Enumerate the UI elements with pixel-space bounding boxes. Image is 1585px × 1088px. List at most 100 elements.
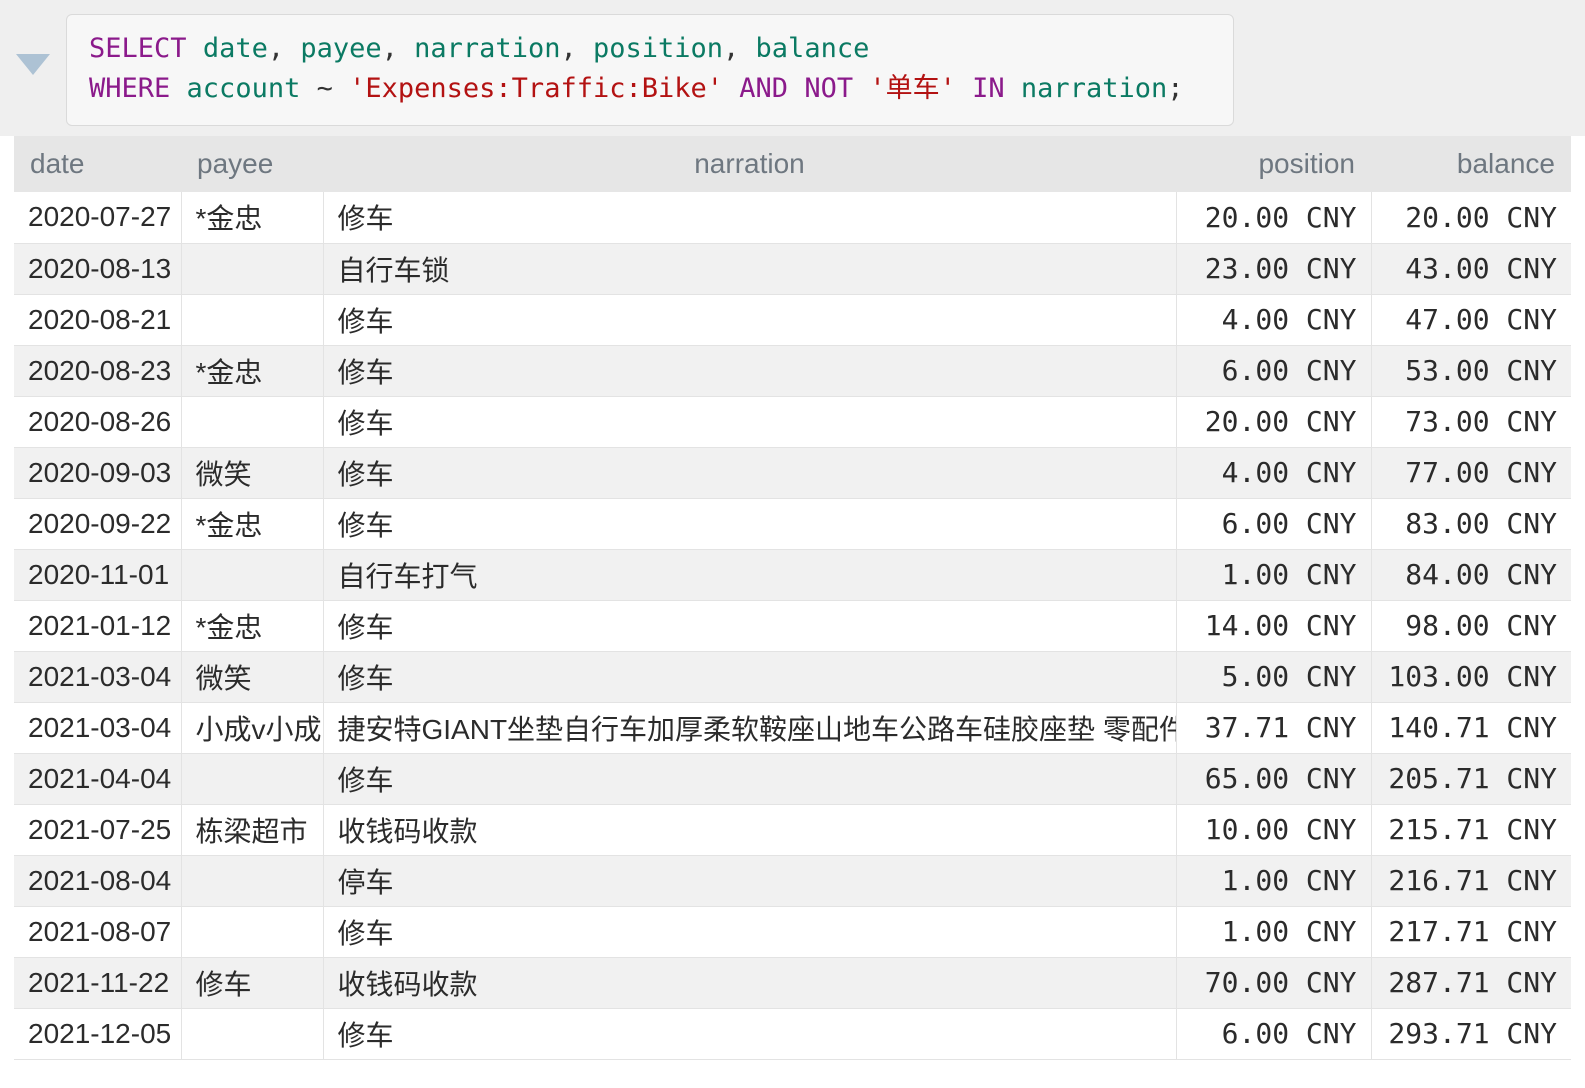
- table-row[interactable]: 2021-03-04 小成v小成 捷安特GIANT坐垫自行车加厚柔软鞍座山地车公路车…: [14, 702, 1571, 754]
- cell-narration: 修车: [323, 396, 1177, 448]
- sql-token-kw: AND: [739, 73, 789, 104]
- cell-position: 20.00 CNY: [1176, 396, 1372, 448]
- results-table: date payee narration position balance 20…: [14, 136, 1571, 1060]
- sql-token-id: date: [202, 33, 268, 64]
- cell-date: 2021-07-25: [14, 804, 182, 856]
- cell-position: 70.00 CNY: [1176, 957, 1372, 1009]
- cell-narration: 停车: [323, 855, 1177, 907]
- cell-payee: [181, 906, 324, 958]
- cell-payee: *金忠: [181, 498, 324, 550]
- sql-token-str: '单车': [869, 73, 956, 104]
- cell-narration: 收钱码收款: [323, 957, 1177, 1009]
- table-row[interactable]: 2020-08-21 修车 4.00 CNY 47.00 CNY: [14, 294, 1571, 346]
- sql-token-kw: WHERE: [89, 73, 171, 104]
- collapse-query-toggle[interactable]: [0, 6, 66, 122]
- cell-position: 6.00 CNY: [1176, 498, 1372, 550]
- cell-balance: 98.00 CNY: [1371, 600, 1571, 652]
- cell-narration: 修车: [323, 651, 1177, 703]
- cell-narration: 修车: [323, 498, 1177, 550]
- cell-payee: *金忠: [181, 345, 324, 397]
- table-row[interactable]: 2021-08-07 修车 1.00 CNY 217.71 CNY: [14, 906, 1571, 958]
- sql-token-op: [788, 73, 804, 104]
- cell-narration: 捷安特GIANT坐垫自行车加厚柔软鞍座山地车公路车硅胶座垫 零配件: [323, 702, 1177, 754]
- table-row[interactable]: 2021-08-04 停车 1.00 CNY 216.71 CNY: [14, 855, 1571, 907]
- cell-balance: 205.71 CNY: [1371, 753, 1571, 805]
- table-row[interactable]: 2021-01-12 *金忠 修车 14.00 CNY 98.00 CNY: [14, 600, 1571, 652]
- sql-token-punc: ,: [381, 33, 415, 64]
- table-row[interactable]: 2020-09-03 微笑 修车 4.00 CNY 77.00 CNY: [14, 447, 1571, 499]
- results-table-wrapper: date payee narration position balance 20…: [0, 136, 1585, 1060]
- cell-position: 23.00 CNY: [1176, 243, 1372, 295]
- cell-position: 14.00 CNY: [1176, 600, 1372, 652]
- sql-token-id: balance: [755, 33, 870, 64]
- table-row[interactable]: 2020-07-27 *金忠 修车 20.00 CNY 20.00 CNY: [14, 192, 1571, 244]
- cell-balance: 43.00 CNY: [1371, 243, 1571, 295]
- cell-payee: [181, 1008, 324, 1060]
- table-row[interactable]: 2021-11-22 修车 收钱码收款 70.00 CNY 287.71 CNY: [14, 957, 1571, 1009]
- column-header-payee[interactable]: payee: [181, 136, 323, 192]
- results-table-head: date payee narration position balance: [14, 136, 1571, 192]
- cell-date: 2020-08-26: [14, 396, 182, 448]
- cell-balance: 77.00 CNY: [1371, 447, 1571, 499]
- sql-token-id: payee: [300, 33, 382, 64]
- cell-position: 5.00 CNY: [1176, 651, 1372, 703]
- cell-payee: 微笑: [181, 447, 324, 499]
- cell-balance: 216.71 CNY: [1371, 855, 1571, 907]
- sql-token-id: account: [186, 73, 301, 104]
- table-row[interactable]: 2021-07-25 栋梁超市 收钱码收款 10.00 CNY 215.71 CNY: [14, 804, 1571, 856]
- cell-balance: 217.71 CNY: [1371, 906, 1571, 958]
- cell-payee: *金忠: [181, 600, 324, 652]
- cell-narration: 修车: [323, 1008, 1177, 1060]
- sql-query-box[interactable]: SELECT date, payee, narration, position,…: [66, 14, 1234, 126]
- table-header-row: date payee narration position balance: [14, 136, 1571, 192]
- cell-position: 6.00 CNY: [1176, 1008, 1372, 1060]
- sql-token-kw: SELECT: [89, 33, 187, 64]
- sql-token-id: position: [592, 33, 724, 64]
- sql-token-id: narration: [1020, 73, 1168, 104]
- sql-token-id: narration: [414, 33, 561, 64]
- cell-narration: 自行车打气: [323, 549, 1177, 601]
- cell-date: 2021-08-07: [14, 906, 182, 958]
- sql-query-line-1: SELECT date, payee, narration, position,…: [89, 29, 1211, 69]
- cell-position: 37.71 CNY: [1176, 702, 1372, 754]
- sql-token-op: [170, 73, 186, 104]
- sql-token-punc: ,: [723, 33, 756, 64]
- cell-position: 4.00 CNY: [1176, 447, 1372, 499]
- table-row[interactable]: 2021-03-04 微笑 修车 5.00 CNY 103.00 CNY: [14, 651, 1571, 703]
- cell-date: 2020-08-21: [14, 294, 182, 346]
- cell-position: 65.00 CNY: [1176, 753, 1372, 805]
- cell-payee: [181, 753, 324, 805]
- table-row[interactable]: 2020-11-01 自行车打气 1.00 CNY 84.00 CNY: [14, 549, 1571, 601]
- table-row[interactable]: 2020-08-23 *金忠 修车 6.00 CNY 53.00 CNY: [14, 345, 1571, 397]
- sql-token-op: [1005, 73, 1021, 104]
- query-block: SELECT date, payee, narration, position,…: [0, 0, 1585, 136]
- cell-balance: 84.00 CNY: [1371, 549, 1571, 601]
- column-header-narration[interactable]: narration: [323, 136, 1176, 192]
- cell-date: 2020-09-22: [14, 498, 182, 550]
- sql-token-punc: ;: [1167, 73, 1184, 104]
- cell-balance: 103.00 CNY: [1371, 651, 1571, 703]
- cell-balance: 293.71 CNY: [1371, 1008, 1571, 1060]
- cell-date: 2020-09-03: [14, 447, 182, 499]
- sql-token-kw: NOT: [804, 73, 854, 104]
- triangle-down-icon: [16, 53, 50, 75]
- cell-narration: 修车: [323, 192, 1177, 244]
- table-row[interactable]: 2021-04-04 修车 65.00 CNY 205.71 CNY: [14, 753, 1571, 805]
- cell-narration: 收钱码收款: [323, 804, 1177, 856]
- column-header-date[interactable]: date: [14, 136, 181, 192]
- cell-payee: 微笑: [181, 651, 324, 703]
- cell-balance: 140.71 CNY: [1371, 702, 1571, 754]
- table-row[interactable]: 2021-12-05 修车 6.00 CNY 293.71 CNY: [14, 1008, 1571, 1060]
- table-row[interactable]: 2020-08-13 自行车锁 23.00 CNY 43.00 CNY: [14, 243, 1571, 295]
- cell-narration: 修车: [323, 906, 1177, 958]
- table-row[interactable]: 2020-08-26 修车 20.00 CNY 73.00 CNY: [14, 396, 1571, 448]
- column-header-balance[interactable]: balance: [1371, 136, 1571, 192]
- cell-narration: 修车: [323, 294, 1177, 346]
- column-header-position[interactable]: position: [1176, 136, 1371, 192]
- cell-date: 2021-11-22: [14, 957, 182, 1009]
- cell-payee: [181, 855, 324, 907]
- table-row[interactable]: 2020-09-22 *金忠 修车 6.00 CNY 83.00 CNY: [14, 498, 1571, 550]
- cell-payee: 栋梁超市: [181, 804, 324, 856]
- cell-balance: 287.71 CNY: [1371, 957, 1571, 1009]
- sql-token-op: [956, 73, 972, 104]
